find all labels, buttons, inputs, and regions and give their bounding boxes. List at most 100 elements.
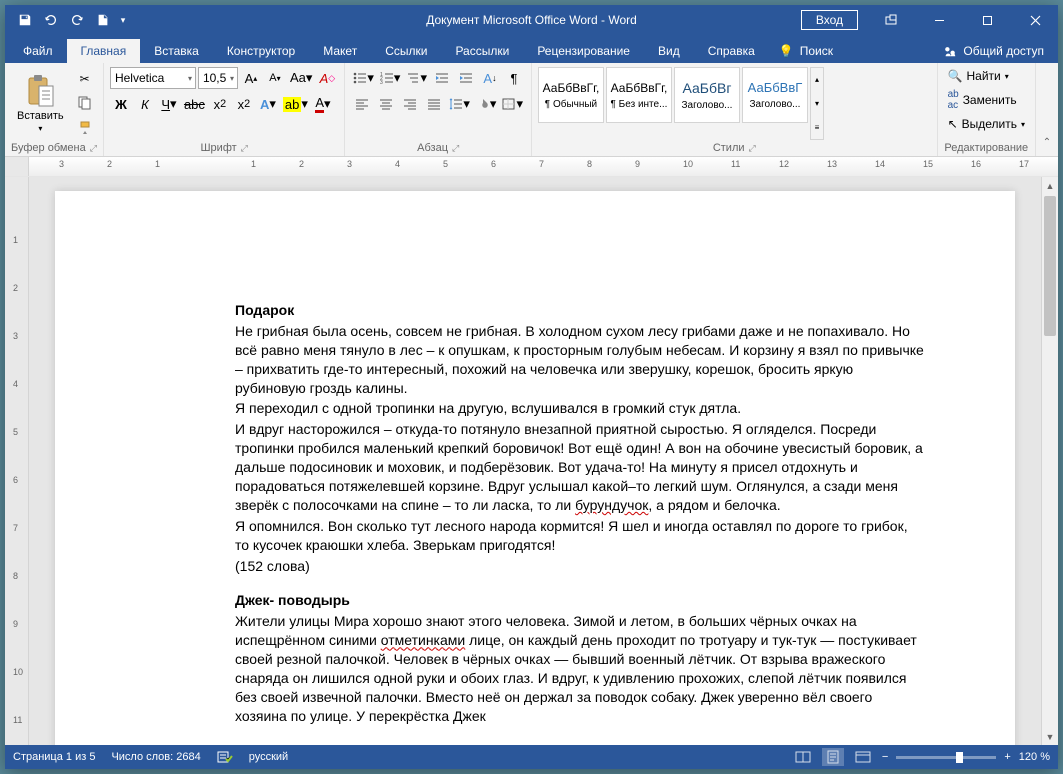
italic-button[interactable]: К [134, 93, 156, 115]
align-left-button[interactable] [351, 93, 373, 115]
style-no-spacing[interactable]: АаБбВвГг,¶ Без инте... [606, 67, 672, 123]
zoom-slider-thumb[interactable] [956, 752, 963, 763]
scroll-down-button[interactable]: ▼ [1042, 728, 1058, 745]
justify-button[interactable] [423, 93, 445, 115]
tab-mailings[interactable]: Рассылки [441, 39, 523, 63]
undo-button[interactable] [39, 8, 63, 32]
line-spacing-button[interactable]: ▾ [447, 93, 472, 115]
strikethrough-button[interactable]: abc [182, 93, 207, 115]
format-painter-button[interactable] [74, 117, 96, 139]
page-scroll-area[interactable]: Подарок Не грибная была осень, совсем не… [29, 177, 1041, 745]
close-button[interactable] [1012, 5, 1058, 35]
clear-formatting-button[interactable]: A◇ [316, 67, 338, 89]
font-size-combo[interactable]: 10,5 [198, 67, 238, 89]
change-case-button[interactable]: Aa▾ [288, 67, 314, 89]
redo-button[interactable] [65, 8, 89, 32]
tab-help[interactable]: Справка [694, 39, 769, 63]
style-heading1[interactable]: АаБбВгЗаголово... [674, 67, 740, 123]
spelling-error[interactable]: отметинками [381, 632, 465, 648]
subscript-button[interactable]: x2 [209, 93, 231, 115]
superscript-button[interactable]: x2 [233, 93, 255, 115]
replace-button[interactable]: abacЗаменить [944, 87, 1029, 113]
numbering-button[interactable]: 123▾ [378, 67, 403, 89]
bold-button[interactable]: Ж [110, 93, 132, 115]
tab-review[interactable]: Рецензирование [523, 39, 644, 63]
cut-button[interactable]: ✂ [74, 68, 96, 90]
show-marks-button[interactable]: ¶ [503, 67, 525, 89]
tab-view[interactable]: Вид [644, 39, 694, 63]
read-mode-button[interactable] [792, 748, 814, 766]
clipboard-dialog-launcher[interactable]: ⤢ [90, 143, 97, 154]
collapse-ribbon-button[interactable]: ⌃ [1036, 131, 1058, 153]
sort-button[interactable]: A↓ [479, 67, 501, 89]
doc-paragraph: Не грибная была осень, совсем не грибная… [235, 322, 925, 398]
increase-indent-button[interactable] [455, 67, 477, 89]
styles-gallery[interactable]: АаБбВвГг,¶ Обычный АаБбВвГг,¶ Без инте..… [538, 67, 824, 140]
qat-customize[interactable]: ▾ [117, 8, 129, 32]
font-color-button[interactable]: A▾ [312, 93, 334, 115]
paste-button[interactable]: Вставить ▾ [11, 67, 70, 140]
vertical-ruler[interactable]: document.write(Array.from({length:14},(_… [5, 177, 29, 745]
align-center-button[interactable] [375, 93, 397, 115]
tab-design[interactable]: Конструктор [213, 39, 309, 63]
print-layout-button[interactable] [822, 748, 844, 766]
grow-font-button[interactable]: A▴ [240, 67, 262, 89]
zoom-slider[interactable] [896, 756, 996, 759]
font-dialog-launcher[interactable]: ⤢ [241, 143, 248, 154]
spelling-error[interactable]: бурундучок [575, 497, 648, 513]
document-body[interactable]: Подарок Не грибная была осень, совсем не… [235, 301, 925, 726]
tab-insert[interactable]: Вставка [140, 39, 213, 63]
styles-scroll-up[interactable]: ▴ [811, 68, 823, 92]
multilevel-list-button[interactable]: ▾ [404, 67, 429, 89]
tab-references[interactable]: Ссылки [371, 39, 441, 63]
zoom-in-button[interactable]: + [1004, 751, 1010, 763]
horizontal-ruler[interactable]: document.write(Array.from({length:21},(_… [29, 157, 1058, 176]
tab-home[interactable]: Главная [67, 39, 141, 63]
shading-button[interactable]: ▾ [474, 93, 499, 115]
share-button[interactable]: Общий доступ [929, 39, 1058, 63]
text-effects-button[interactable]: A▾ [257, 93, 279, 115]
decrease-indent-button[interactable] [431, 67, 453, 89]
scroll-thumb[interactable] [1044, 196, 1056, 336]
zoom-out-button[interactable]: − [882, 751, 888, 763]
window-title: Документ Microsoft Office Word - Word [426, 13, 637, 27]
shrink-font-button[interactable]: A▾ [264, 67, 286, 89]
vertical-scrollbar[interactable]: ▲ ▼ [1041, 177, 1058, 745]
borders-button[interactable]: ▾ [500, 93, 525, 115]
styles-scroll-down[interactable]: ▾ [811, 92, 823, 116]
word-count-status[interactable]: Число слов: 2684 [111, 751, 200, 763]
web-layout-button[interactable] [852, 748, 874, 766]
copy-button[interactable] [74, 92, 96, 114]
minimize-button[interactable] [916, 5, 962, 35]
language-status[interactable]: русский [249, 751, 288, 763]
save-button[interactable] [13, 8, 37, 32]
tell-me-search[interactable]: 💡 Поиск [769, 39, 843, 63]
style-heading2[interactable]: АаБбВвГЗаголово... [742, 67, 808, 123]
bullets-button[interactable]: ▾ [351, 67, 376, 89]
styles-expand[interactable]: ≡ [811, 115, 823, 139]
maximize-button[interactable] [964, 5, 1010, 35]
new-doc-button[interactable] [91, 8, 115, 32]
scroll-track[interactable] [1042, 194, 1058, 728]
tab-file[interactable]: Файл [9, 39, 67, 63]
title-bar: ▾ Документ Microsoft Office Word - Word … [5, 5, 1058, 35]
signin-button[interactable]: Вход [801, 10, 858, 30]
scroll-up-button[interactable]: ▲ [1042, 177, 1058, 194]
zoom-level[interactable]: 120 % [1019, 751, 1050, 763]
select-button[interactable]: ↖Выделить▾ [944, 115, 1029, 133]
ruler-corner[interactable] [5, 157, 29, 176]
doc-heading-1: Подарок [235, 302, 294, 318]
page-number-status[interactable]: Страница 1 из 5 [13, 751, 95, 763]
document-page[interactable]: Подарок Не грибная была осень, совсем не… [55, 191, 1015, 745]
ribbon-display-options[interactable] [868, 5, 914, 35]
align-right-button[interactable] [399, 93, 421, 115]
style-normal[interactable]: АаБбВвГг,¶ Обычный [538, 67, 604, 123]
underline-button[interactable]: Ч▾ [158, 93, 180, 115]
find-button[interactable]: 🔍Найти▾ [944, 67, 1029, 85]
spellcheck-status[interactable] [217, 750, 233, 764]
paragraph-dialog-launcher[interactable]: ⤢ [452, 143, 459, 154]
font-name-combo[interactable]: Helvetica [110, 67, 196, 89]
highlight-button[interactable]: ab▾ [281, 93, 310, 115]
styles-dialog-launcher[interactable]: ⤢ [749, 143, 756, 154]
tab-layout[interactable]: Макет [309, 39, 371, 63]
